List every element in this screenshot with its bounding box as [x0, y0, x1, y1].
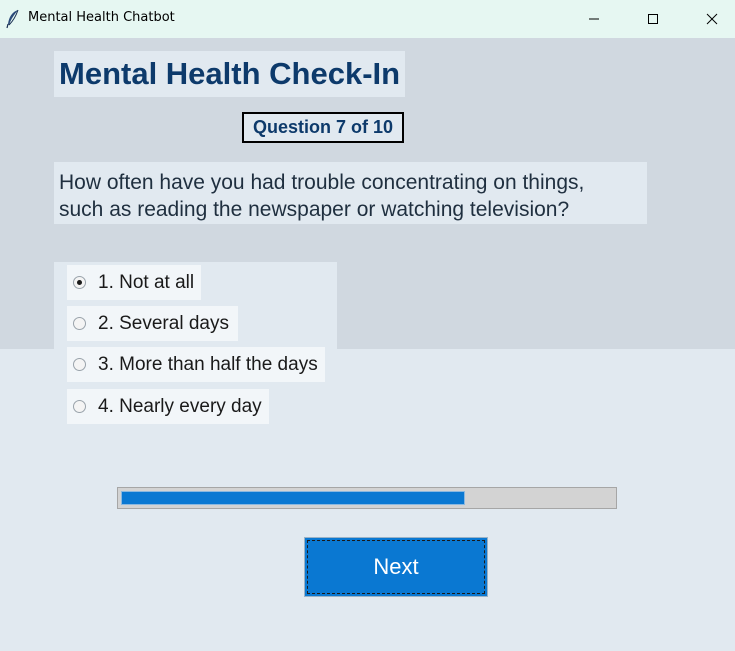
progress-fill — [121, 491, 465, 505]
option-nearly-every-day[interactable]: 4. Nearly every day — [67, 389, 269, 424]
page-title: Mental Health Check-In — [54, 51, 406, 97]
option-label: 4. Nearly every day — [98, 395, 262, 417]
maximize-icon — [648, 14, 658, 24]
feather-icon — [6, 9, 20, 29]
window-title: Mental Health Chatbot — [28, 10, 175, 25]
option-label: 1. Not at all — [98, 271, 195, 293]
radio-button[interactable] — [73, 358, 86, 371]
close-icon — [706, 13, 718, 25]
progress-bar — [117, 487, 617, 509]
radio-button-selected[interactable] — [73, 276, 86, 289]
question-line-2: such as reading the newspaper or watchin… — [59, 198, 570, 221]
option-several-days[interactable]: 2. Several days — [67, 306, 238, 341]
radio-button[interactable] — [73, 400, 86, 413]
question-counter: Question 7 of 10 — [242, 112, 404, 143]
close-button[interactable] — [689, 0, 735, 38]
radio-button[interactable] — [73, 317, 86, 330]
minimize-button[interactable] — [571, 0, 617, 38]
maximize-button[interactable] — [630, 0, 676, 38]
option-more-than-half[interactable]: 3. More than half the days — [67, 347, 325, 382]
option-label: 2. Several days — [98, 312, 229, 334]
minimize-icon — [589, 18, 599, 20]
next-button[interactable]: Next — [304, 537, 488, 597]
question-line-1: How often have you had trouble concentra… — [59, 171, 585, 194]
title-bar: Mental Health Chatbot — [0, 0, 735, 38]
option-not-at-all[interactable]: 1. Not at all — [67, 265, 201, 300]
option-label: 3. More than half the days — [98, 353, 318, 375]
question-text: How often have you had trouble concentra… — [54, 162, 647, 224]
